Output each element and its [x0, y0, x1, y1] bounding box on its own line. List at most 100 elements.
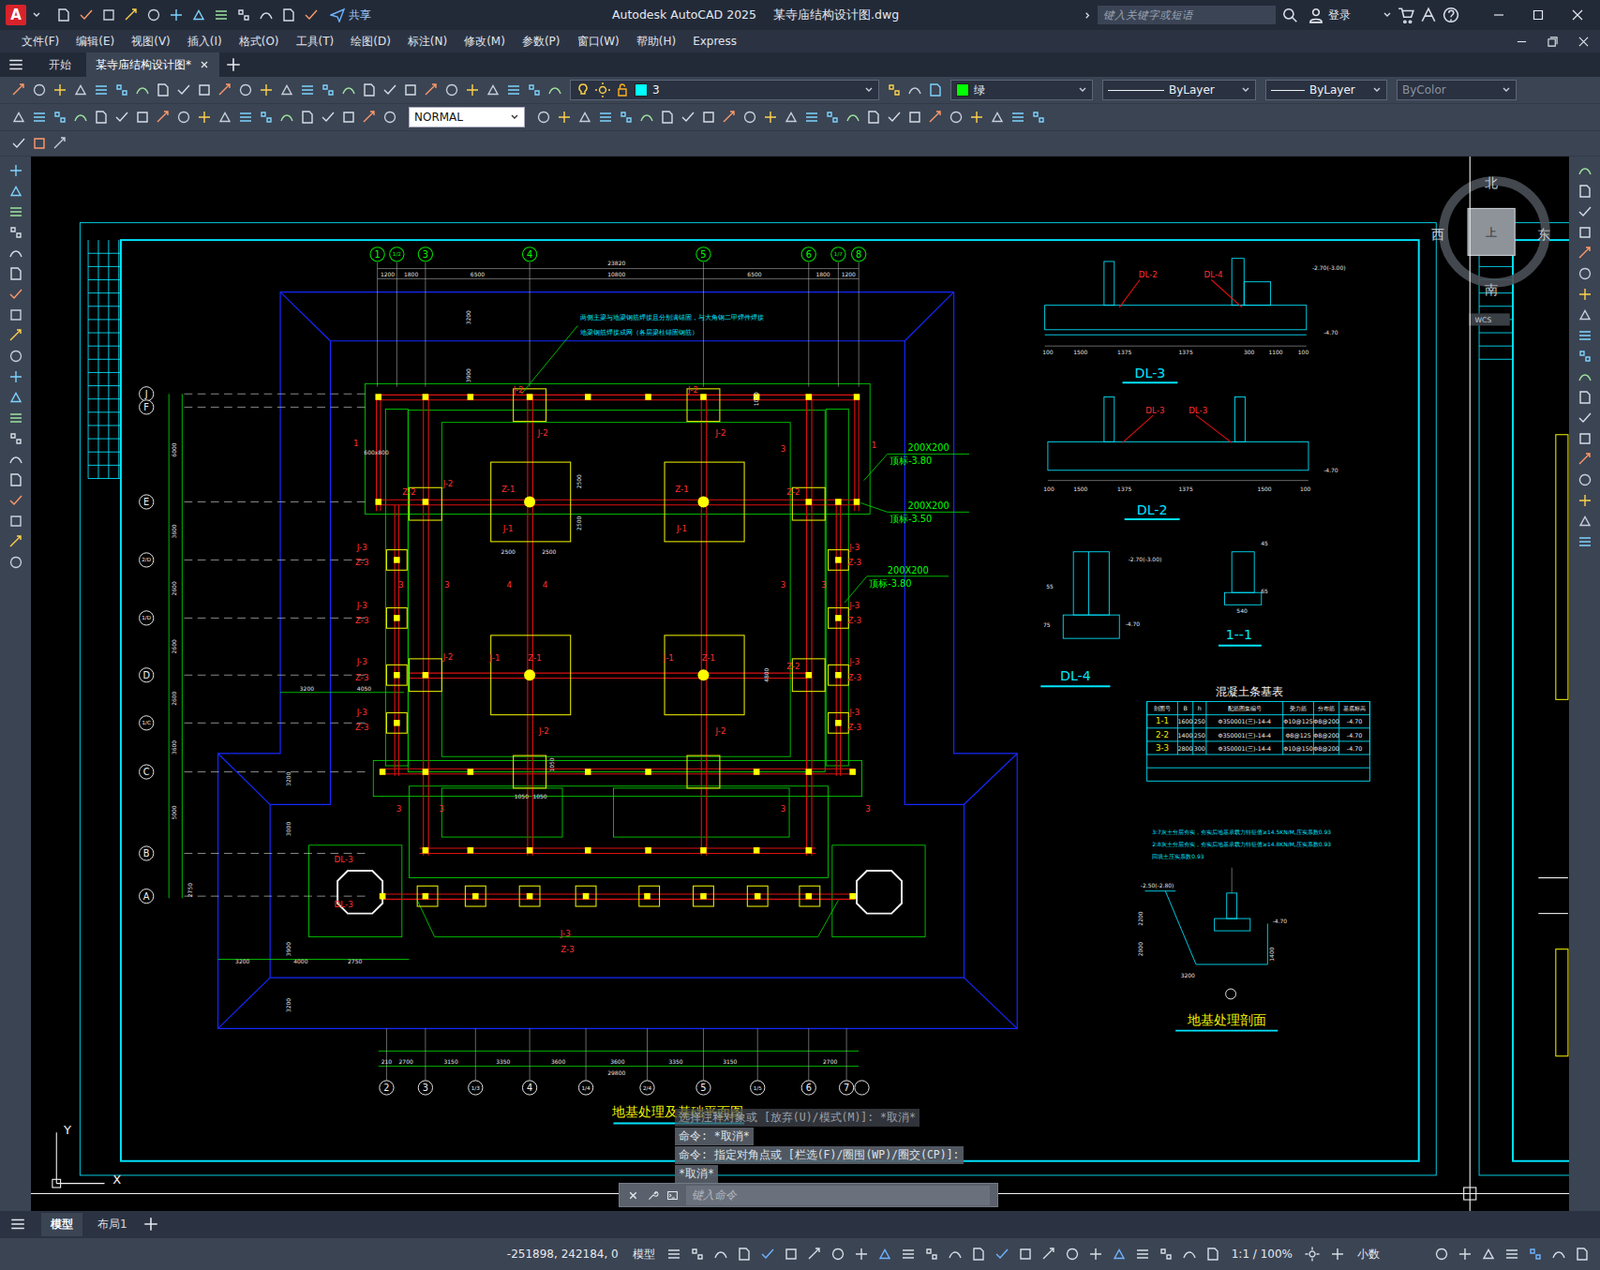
draw-tool-icon[interactable] [6, 430, 26, 448]
draw-tool-icon[interactable] [6, 492, 26, 509]
toolbar-icon[interactable] [802, 106, 822, 128]
toolbar-icon[interactable] [616, 106, 636, 128]
toolbar-icon[interactable] [554, 106, 574, 128]
lineweight-dropdown[interactable]: ByLayer [1265, 79, 1388, 101]
draw-tool-icon[interactable] [6, 388, 26, 406]
toolbar-icon[interactable] [112, 106, 132, 128]
toolbar-icon[interactable] [318, 106, 338, 128]
toolbar-icon[interactable] [236, 79, 255, 101]
draw-tool-icon[interactable] [6, 347, 26, 365]
toolbar-icon[interactable] [298, 106, 317, 128]
draw-tool-icon[interactable] [6, 553, 26, 571]
status-toggle-icon[interactable] [1202, 1243, 1224, 1265]
layer-tool-icon[interactable] [884, 79, 904, 101]
menu-item[interactable]: 帮助(H) [628, 33, 685, 50]
draw-tool-icon[interactable] [6, 512, 26, 530]
toolbar-icon[interactable] [864, 106, 883, 128]
toolbar-icon[interactable] [637, 106, 657, 128]
toolbar-icon[interactable] [678, 106, 698, 128]
toolbar-icon[interactable] [174, 106, 194, 128]
toolbar-icon[interactable] [719, 106, 739, 128]
toolbar-icon[interactable] [905, 106, 925, 128]
quick-access-icon[interactable] [189, 5, 209, 25]
modify-tool-icon[interactable] [1575, 265, 1595, 283]
search-icon[interactable] [1281, 6, 1299, 24]
status-toggle-icon[interactable] [780, 1243, 802, 1265]
layout-tab[interactable]: 布局1 [88, 1212, 137, 1237]
toolbar-icon[interactable] [91, 106, 111, 128]
linetype-dropdown[interactable]: ByLayer [1102, 79, 1257, 101]
drawing-canvas[interactable]: 11/234561/78JFE2/D1/DD1/CCBA231/341/42/4… [30, 156, 1570, 1212]
toolbar-icon[interactable] [504, 79, 524, 101]
status-tool-icon[interactable] [1431, 1243, 1452, 1265]
help-icon[interactable] [1442, 6, 1460, 24]
toolbar-icon[interactable] [215, 79, 235, 101]
status-toggle-icon[interactable] [1085, 1243, 1107, 1265]
status-toggle-icon[interactable] [1155, 1243, 1177, 1265]
modify-tool-icon[interactable] [1575, 244, 1595, 262]
status-toggle-icon[interactable] [1061, 1243, 1083, 1265]
status-toggle-icon[interactable] [663, 1243, 685, 1265]
status-toggle-icon[interactable] [851, 1243, 872, 1265]
login-button[interactable]: 登录 [1307, 6, 1351, 24]
color-dropdown[interactable]: 绿 [950, 79, 1093, 101]
status-toggle-icon[interactable] [827, 1243, 849, 1265]
viewcube-face[interactable]: 上 [1485, 225, 1497, 240]
status-toggle-icon[interactable] [944, 1243, 966, 1265]
toolbar-icon[interactable] [380, 106, 400, 128]
status-toggle-icon[interactable] [874, 1243, 896, 1265]
maximize-icon[interactable] [1532, 9, 1544, 21]
modify-tool-icon[interactable] [1575, 388, 1595, 406]
draw-tool-icon[interactable] [6, 244, 26, 262]
toolbar-icon[interactable] [657, 106, 677, 128]
quick-access-icon[interactable] [144, 5, 164, 25]
search-field[interactable]: 键入关键字或短语 [1097, 5, 1276, 25]
toolbar-icon[interactable] [174, 79, 194, 101]
toolbar-icon[interactable] [153, 106, 173, 128]
toolbar-icon[interactable] [380, 79, 400, 101]
toolbar-icon[interactable] [884, 106, 904, 128]
close-icon[interactable] [1571, 9, 1584, 21]
annotation-scale[interactable]: 1:1 / 100% [1226, 1247, 1299, 1261]
draw-tool-icon[interactable] [6, 471, 26, 489]
command-line[interactable]: 键入命令 [618, 1182, 999, 1208]
quick-access-icon[interactable] [76, 5, 96, 25]
units-dropdown[interactable]: 小数 [1351, 1246, 1429, 1263]
toolbar-icon[interactable] [71, 106, 90, 128]
status-tool-icon[interactable] [1501, 1243, 1523, 1265]
menu-item[interactable]: 标注(N) [399, 33, 456, 50]
menu-item[interactable]: 格式(O) [230, 33, 288, 50]
toolbar-icon[interactable] [50, 79, 70, 101]
text-style-dropdown[interactable]: NORMAL [408, 106, 525, 128]
modify-tool-icon[interactable] [1575, 203, 1595, 221]
draw-tool-icon[interactable] [6, 265, 26, 283]
viewcube-east[interactable]: 东 [1537, 226, 1551, 242]
toolbar-icon[interactable] [761, 106, 780, 128]
toolbar-icon[interactable] [9, 79, 29, 101]
chevron-icon[interactable] [1382, 10, 1392, 20]
toolbar-icon[interactable] [483, 79, 503, 101]
status-toggle-icon[interactable] [991, 1243, 1013, 1265]
toolbar-icon[interactable] [339, 79, 359, 101]
space-toggle[interactable]: 模型 [627, 1246, 661, 1263]
status-toggle-icon[interactable] [687, 1243, 708, 1265]
modify-tool-icon[interactable] [1575, 450, 1595, 468]
viewcube-west[interactable]: 西 [1431, 226, 1445, 242]
toolbar-icon[interactable] [545, 79, 565, 101]
quick-access-icon[interactable] [121, 5, 141, 25]
menu-item[interactable]: 绘图(D) [342, 33, 400, 50]
quick-access-icon[interactable] [54, 5, 74, 25]
status-tool-icon[interactable] [1454, 1243, 1476, 1265]
toolbar-icon[interactable] [50, 133, 70, 154]
toolbar-icon[interactable] [298, 79, 317, 101]
modify-tool-icon[interactable] [1575, 162, 1595, 180]
quick-access-icon[interactable] [301, 5, 321, 25]
modify-tool-icon[interactable] [1575, 347, 1595, 365]
toolbar-icon[interactable] [9, 133, 29, 154]
hamburger-icon[interactable] [7, 56, 25, 74]
status-toggle-icon[interactable] [1108, 1243, 1130, 1265]
draw-tool-icon[interactable] [6, 533, 26, 551]
toolbar-icon[interactable] [740, 106, 760, 128]
modify-tool-icon[interactable] [1575, 512, 1595, 530]
toolbar-icon[interactable] [524, 79, 544, 101]
